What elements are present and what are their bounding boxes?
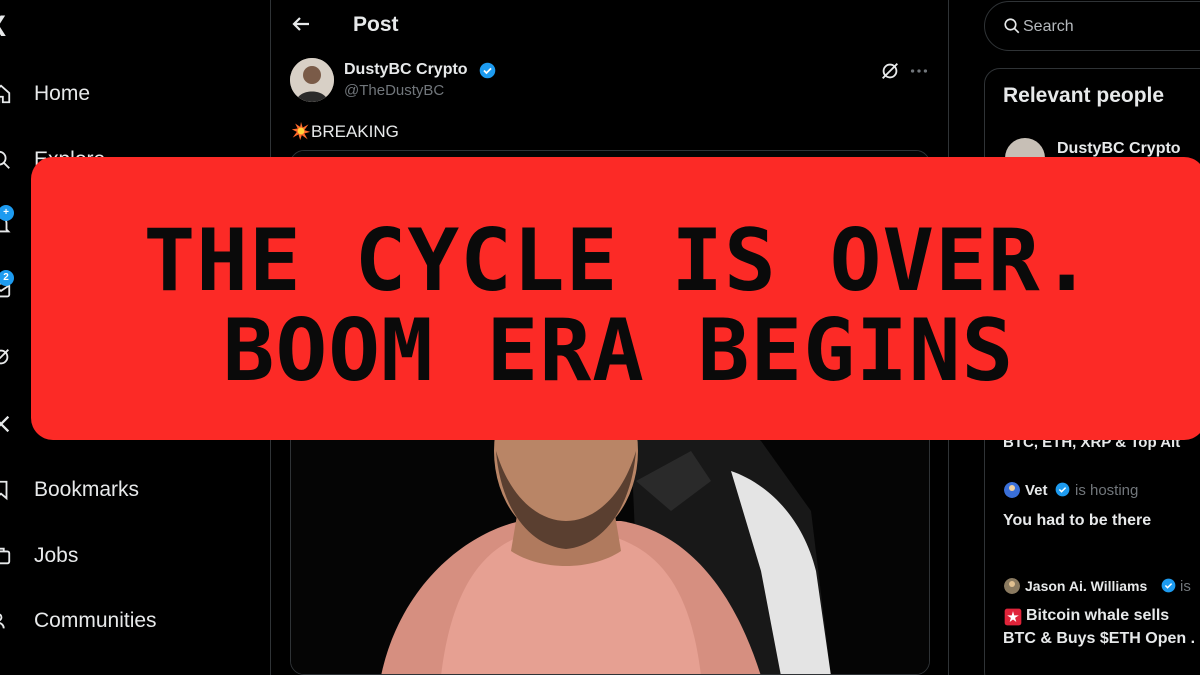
relevant-people-title: Relevant people — [1003, 84, 1165, 107]
grok-icon — [0, 349, 9, 365]
siren-emoji-icon — [1004, 608, 1022, 626]
search-icon — [1004, 18, 1020, 34]
verified-badge-icon — [1161, 578, 1176, 593]
search-bar[interactable]: Search — [984, 1, 1200, 51]
home-icon — [0, 84, 11, 104]
host-name-vet[interactable]: Vet — [1025, 482, 1048, 499]
nav-label-bookmarks: Bookmarks — [34, 478, 140, 501]
host-avatar-jason — [1004, 578, 1020, 594]
space-title-jason-line2[interactable]: BTC & Buys $ETH Open . — [1003, 630, 1195, 648]
people-icon — [0, 613, 5, 629]
bookmark-icon — [0, 480, 8, 501]
avatar-photo — [290, 58, 334, 102]
grok-icon[interactable] — [879, 60, 901, 82]
more-options-icon[interactable] — [908, 60, 930, 82]
banner-line-1: THE CYCLE IS OVER. — [143, 211, 1094, 311]
verified-badge-icon — [1055, 482, 1070, 497]
author-name[interactable]: DustyBC Crypto — [344, 61, 468, 79]
collision-emoji-icon — [291, 121, 311, 141]
page-title: Post — [353, 13, 399, 36]
nav-label-communities: Communities — [34, 609, 157, 632]
space-title-jason-line1[interactable]: Bitcoin whale sells — [1026, 607, 1169, 625]
nav-label-home: Home — [34, 82, 91, 105]
host-avatar-vet — [1004, 482, 1020, 498]
nav-label-jobs: Jobs — [34, 544, 79, 567]
verified-badge-icon — [479, 62, 496, 79]
x-logo[interactable]: X — [0, 10, 6, 44]
headline-banner: THE CYCLE IS OVER. BOOM ERA BEGINS — [31, 157, 1200, 440]
author-avatar[interactable] — [290, 58, 334, 102]
host-status-jason: is — [1180, 578, 1191, 595]
post-text: BREAKING — [311, 122, 399, 141]
relevant-person-name[interactable]: DustyBC Crypto — [1057, 140, 1181, 158]
briefcase-icon — [0, 547, 11, 565]
host-status-vet: is hosting — [1075, 482, 1139, 499]
banner-line-2: BOOM ERA BEGINS — [222, 301, 1015, 401]
search-icon — [0, 150, 10, 169]
back-arrow-icon[interactable] — [289, 12, 313, 36]
space-title-vet[interactable]: You had to be there — [1003, 512, 1151, 530]
author-handle[interactable]: @TheDustyBC — [344, 82, 444, 99]
host-name-jason[interactable]: Jason Ai. Williams — [1025, 578, 1147, 594]
x-icon — [0, 415, 10, 433]
search-input[interactable]: Search — [1023, 18, 1074, 36]
